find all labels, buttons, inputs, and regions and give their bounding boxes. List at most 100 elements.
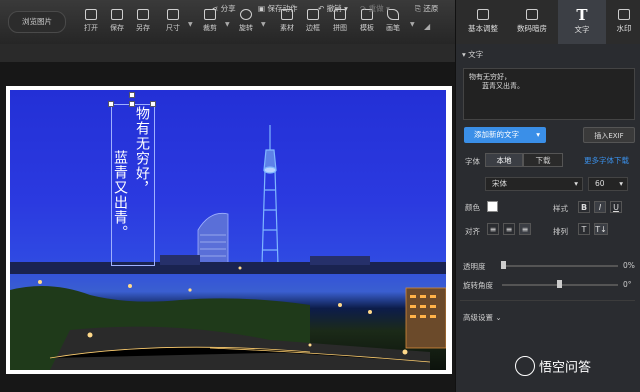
- advanced-label: 高级设置: [463, 313, 493, 322]
- opacity-slider-knob[interactable]: [501, 261, 506, 269]
- low-buildings-right: [310, 256, 370, 265]
- style-label: 样式: [553, 204, 568, 213]
- angle-label: 旋转角度: [463, 281, 493, 290]
- angle-value: 0°: [623, 280, 632, 289]
- rotate-button[interactable]: 旋转: [233, 9, 259, 39]
- resize-button[interactable]: 尺寸: [160, 9, 186, 39]
- resize-icon: [167, 9, 179, 20]
- save-label: 保存: [110, 24, 124, 32]
- angle-slider-knob[interactable]: [557, 280, 562, 288]
- curved-building: [197, 212, 229, 266]
- font-download-tab[interactable]: 下载: [523, 153, 563, 167]
- resize-handle-top-left[interactable]: [108, 101, 114, 107]
- font-label: 字体: [465, 157, 480, 166]
- open-button[interactable]: 打开: [78, 9, 104, 39]
- save-as-label: 另存: [136, 24, 150, 32]
- font-family-value: 宋体: [492, 179, 507, 188]
- color-label: 颜色: [465, 203, 480, 212]
- browse-images-button[interactable]: 浏览图片: [8, 11, 66, 33]
- resize-dropdown-icon[interactable]: ▼: [188, 21, 193, 28]
- rotate-icon: [240, 9, 252, 20]
- border-label: 边框: [306, 24, 320, 32]
- crop-dropdown-icon[interactable]: ▼: [225, 21, 230, 28]
- arrange-vertical-button[interactable]: T↓: [594, 223, 608, 235]
- sticker-label: 素材: [280, 24, 294, 32]
- align-label: 对齐: [465, 227, 480, 236]
- insert-exif-button[interactable]: 插入EXIF: [583, 127, 635, 143]
- more-fonts-link[interactable]: 更多字体下载: [584, 155, 629, 166]
- align-right-icon[interactable]: ≡: [519, 223, 531, 235]
- canvas-text-col2: 蓝青又出青。: [112, 150, 128, 240]
- font-size-select[interactable]: 60 ▾: [588, 177, 628, 191]
- action-bar: [0, 44, 455, 63]
- tab-watermark-label: 水印: [616, 24, 632, 33]
- text-input-area[interactable]: 物有无穷好， 蓝青又出青。: [463, 68, 635, 120]
- folder-open-icon: [85, 9, 97, 20]
- canvas-text-col1: 物有无穷好，: [134, 106, 150, 196]
- advanced-settings-toggle[interactable]: 高级设置 ⌄: [463, 312, 502, 323]
- collage-label: 拼图: [333, 24, 347, 32]
- open-label: 打开: [84, 24, 98, 32]
- more-tools-icon[interactable]: ◢: [424, 22, 430, 31]
- underline-button[interactable]: U: [610, 201, 622, 213]
- share-icon: ⋖: [212, 4, 221, 13]
- add-new-text-button[interactable]: 添加新的文字 ▾: [464, 127, 546, 143]
- save-as-button[interactable]: 另存: [130, 9, 156, 39]
- watermark-text: 悟空问答: [539, 360, 592, 376]
- redo-button[interactable]: ↷ 重做 ▾: [360, 3, 390, 14]
- photo-image[interactable]: [10, 90, 446, 370]
- opacity-value: 0%: [623, 261, 635, 270]
- textarea-line-2: 蓝青又出青。: [482, 82, 524, 90]
- section-text-label: 文字: [468, 50, 484, 59]
- site-watermark: 悟空问答: [515, 356, 635, 380]
- undo-label: 撤销: [326, 4, 342, 13]
- tab-text[interactable]: T 文字: [558, 0, 606, 44]
- font-local-tab[interactable]: 本地: [485, 153, 523, 167]
- undo-dropdown-icon[interactable]: ▾: [344, 4, 348, 13]
- template-label: 模板: [360, 24, 374, 32]
- redo-label: 重做: [368, 4, 384, 13]
- rotate-label: 旋转: [239, 24, 253, 32]
- save-as-icon: [137, 9, 149, 20]
- undo-button[interactable]: ↶ 撤销 ▾: [318, 3, 348, 14]
- brush-dropdown-icon[interactable]: ▼: [410, 21, 415, 28]
- save-button[interactable]: 保存: [104, 9, 130, 39]
- watermark-icon: [618, 9, 630, 20]
- save-action-button[interactable]: ▣ 保存动作: [258, 3, 297, 14]
- share-button[interactable]: ⋖ 分享: [212, 3, 236, 14]
- tab-darkroom[interactable]: 数码暗房: [508, 0, 556, 44]
- opacity-slider[interactable]: [502, 265, 618, 267]
- section-text-title: ▾ 文字: [462, 49, 483, 60]
- tab-darkroom-label: 数码暗房: [517, 24, 547, 33]
- panel-divider: [460, 300, 635, 301]
- add-text-label: 添加新的文字: [474, 130, 519, 139]
- opacity-label: 透明度: [463, 262, 486, 271]
- save-icon: [111, 9, 123, 20]
- restore-label: 还原: [423, 4, 439, 13]
- bold-button[interactable]: B: [578, 201, 590, 213]
- arrange-horizontal-button[interactable]: T: [578, 223, 590, 235]
- italic-button[interactable]: I: [594, 201, 606, 213]
- watermark-logo-icon: [515, 356, 535, 376]
- add-text-dropdown-icon[interactable]: ▾: [536, 127, 540, 143]
- rotate-dropdown-icon[interactable]: ▼: [261, 21, 266, 28]
- share-label: 分享: [220, 4, 236, 13]
- align-left-icon[interactable]: ≡: [487, 223, 499, 235]
- align-center-icon[interactable]: ≡: [503, 223, 515, 235]
- save-action-label: 保存动作: [267, 4, 298, 13]
- darkroom-icon: [526, 9, 538, 20]
- font-family-select[interactable]: 宋体 ▾: [485, 177, 583, 191]
- restore-button[interactable]: ⎘ 还原: [415, 3, 438, 14]
- tab-basic-adjust[interactable]: 基本调整: [459, 0, 507, 44]
- color-swatch[interactable]: [487, 201, 498, 212]
- font-dropdown-icon: ▾: [574, 179, 578, 188]
- city-night-scene: [10, 125, 446, 370]
- tab-basic-adjust-label: 基本调整: [468, 24, 498, 33]
- tv-tower: [261, 125, 279, 266]
- font-size-value: 60: [595, 179, 605, 188]
- tab-text-label: 文字: [574, 25, 590, 34]
- tab-watermark[interactable]: 水印: [608, 0, 640, 44]
- redo-dropdown-icon[interactable]: ▾: [386, 4, 390, 13]
- arrange-label: 排列: [553, 227, 568, 236]
- rotate-handle[interactable]: [129, 92, 135, 98]
